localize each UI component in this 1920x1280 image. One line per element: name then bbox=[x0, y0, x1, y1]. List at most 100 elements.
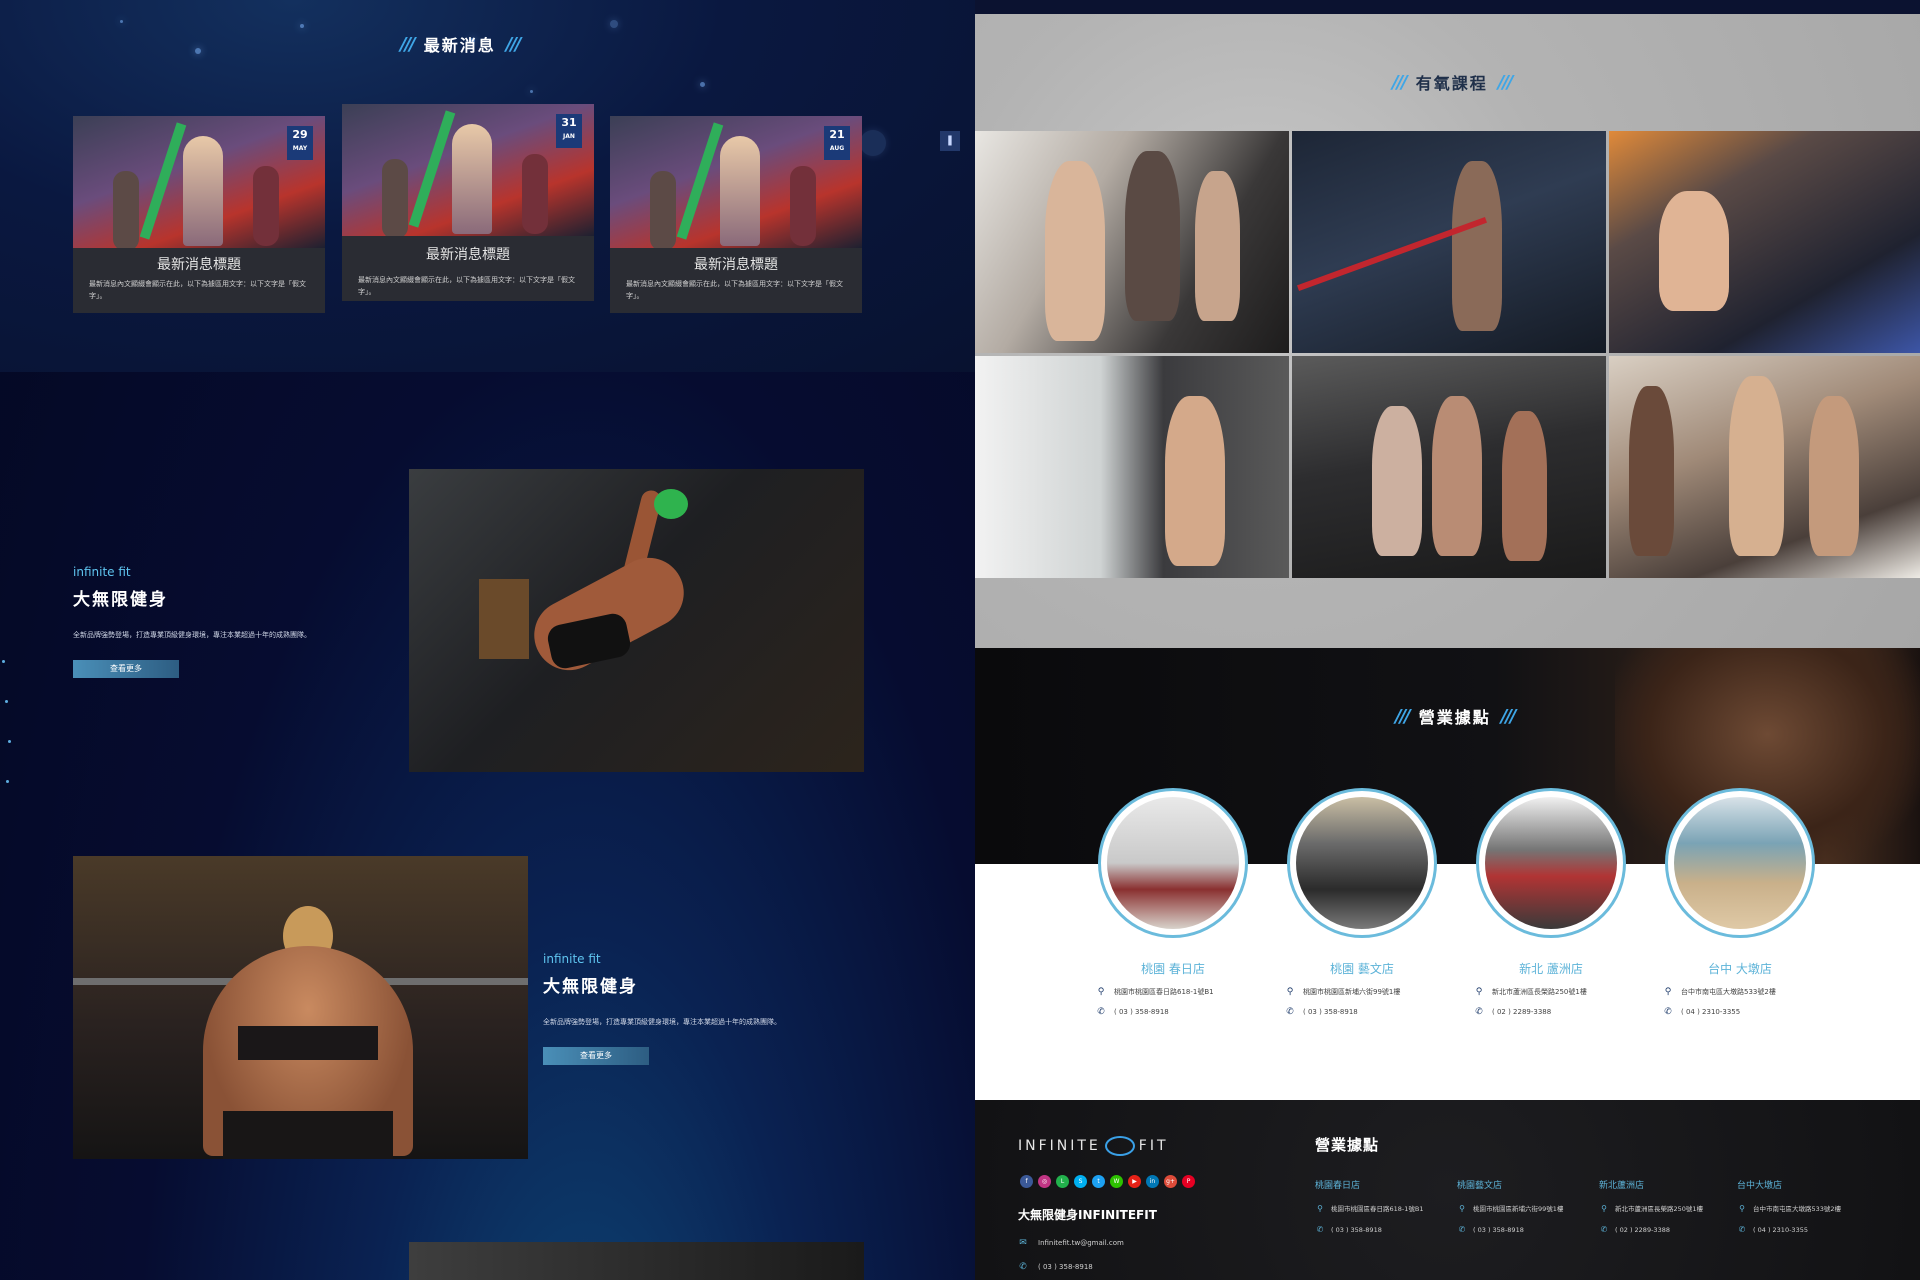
news-card-title: 最新消息標題 bbox=[157, 257, 241, 273]
location-pin-icon: ⚲ bbox=[1286, 987, 1294, 997]
store-phone: ( 03 ) 358-8918 bbox=[1303, 1008, 1358, 1016]
infinitefit-logo[interactable]: INFINITE FIT bbox=[1018, 1136, 1169, 1156]
store-name[interactable]: 桃園 春日店 bbox=[1088, 960, 1258, 977]
store-phone: ( 02 ) 2289-3388 bbox=[1492, 1008, 1552, 1016]
barbell-squat-photo bbox=[73, 856, 528, 1159]
view-more-button[interactable]: 查看更多 bbox=[543, 1047, 649, 1065]
class-tile-battle-rope[interactable] bbox=[1292, 131, 1606, 353]
title-slashes: /// bbox=[1497, 71, 1514, 93]
store-address: 台中市南屯區大墩路533號2樓 bbox=[1681, 988, 1776, 996]
bokeh-dot bbox=[300, 24, 304, 28]
footer-store-name[interactable]: 新北蘆洲店 bbox=[1599, 1178, 1749, 1191]
bokeh-dot bbox=[530, 90, 533, 93]
class-tile-yoga[interactable] bbox=[1609, 356, 1920, 578]
footer-store: 桃園藝文店 ⚲ 桃園市桃園區新埔六街99號1樓 ✆ ( 03 ) 358-8918 bbox=[1457, 1178, 1607, 1234]
gym-photo-partial bbox=[409, 1242, 864, 1280]
email-icon: ✉ bbox=[1019, 1238, 1027, 1248]
skype-icon[interactable]: S bbox=[1074, 1175, 1087, 1188]
google-plus-icon[interactable]: g+ bbox=[1164, 1175, 1177, 1188]
class-tile-squat[interactable] bbox=[1292, 356, 1606, 578]
news-card-image: 31 JAN bbox=[342, 104, 594, 236]
footer-brand-name: 大無限健身INFINITEFIT bbox=[1018, 1208, 1157, 1222]
class-tile-treadmill[interactable] bbox=[975, 356, 1289, 578]
footer-email-row: ✉ Infinitefit.tw@gmail.com bbox=[1018, 1238, 1124, 1248]
about-block: infinite fit 大無限健身 全新品牌強勢登場，打造專業頂級健身環境，專… bbox=[73, 565, 311, 678]
title-slashes: /// bbox=[1500, 705, 1517, 727]
left-page-preview: /// 最新消息 /// 29 MAY 最新消息標題 最新消息內文顯綴會顯示在此… bbox=[0, 0, 975, 1280]
footer-store-name[interactable]: 桃園春日店 bbox=[1315, 1178, 1465, 1191]
twitter-icon[interactable]: t bbox=[1092, 1175, 1105, 1188]
store-photo[interactable] bbox=[1665, 788, 1815, 938]
instagram-icon[interactable]: ◎ bbox=[1038, 1175, 1051, 1188]
store-photo[interactable] bbox=[1287, 788, 1437, 938]
view-more-button[interactable]: 查看更多 bbox=[73, 660, 179, 678]
footer-store-phone: ( 03 ) 358-8918 bbox=[1331, 1225, 1382, 1234]
date-badge: 29 MAY bbox=[287, 126, 313, 160]
location-pin-icon: ⚲ bbox=[1475, 987, 1483, 997]
stores-section-title: /// 營業據點 /// bbox=[1395, 704, 1517, 728]
about-text: 全新品牌強勢登場，打造專業頂級健身環境，專注本業超過十年的成熟團隊。 bbox=[543, 1018, 781, 1026]
footer-store-name[interactable]: 台中大墩店 bbox=[1737, 1178, 1887, 1191]
pinterest-icon[interactable]: P bbox=[1182, 1175, 1195, 1188]
location-pin-icon: ⚲ bbox=[1739, 1203, 1745, 1213]
store-phone: ( 03 ) 358-8918 bbox=[1114, 1008, 1169, 1016]
news-next-arrow[interactable]: ❚ bbox=[940, 131, 960, 151]
location-pin-icon: ⚲ bbox=[1459, 1203, 1465, 1213]
logo-text-right: FIT bbox=[1138, 1138, 1169, 1154]
store-info: 新北 蘆洲店 ⚲ 新北市蘆洲區長榮路250號1樓 ✆ ( 02 ) 2289-338… bbox=[1466, 960, 1636, 1017]
top-strip bbox=[975, 0, 1920, 14]
date-month: JAN bbox=[563, 133, 575, 140]
news-section-title: /// 最新消息 /// bbox=[400, 32, 521, 56]
footer-phone[interactable]: ( 03 ) 358-8918 bbox=[1038, 1263, 1093, 1271]
news-card[interactable]: 29 MAY 最新消息標題 最新消息內文顯綴會顯示在此，以下為據區用文字：以下文… bbox=[73, 116, 325, 313]
date-badge: 31 JAN bbox=[556, 114, 582, 148]
aerobic-section-title: /// 有氧課程 /// bbox=[1392, 70, 1514, 94]
date-badge: 21 AUG bbox=[824, 126, 850, 160]
date-day: 31 bbox=[561, 116, 577, 129]
news-card[interactable]: 31 JAN 最新消息標題 最新消息內文顯綴會顯示在此，以下為據區用文字：以下文… bbox=[342, 104, 594, 301]
footer-email[interactable]: Infinitefit.tw@gmail.com bbox=[1038, 1239, 1124, 1247]
class-tile-situp[interactable] bbox=[1609, 131, 1920, 353]
aerobic-heading: 有氧課程 bbox=[1415, 74, 1488, 93]
bokeh-dot bbox=[860, 130, 886, 156]
about-block: infinite fit 大無限健身 全新品牌強勢登場，打造專業頂級健身環境，專… bbox=[543, 952, 781, 1065]
footer: INFINITE FIT f ◎ L St W ▶ in g+ P 大無限健身INFINITEF… bbox=[975, 1100, 1920, 1280]
news-card-text: 最新消息內文顯綴會顯示在此，以下為據區用文字：以下文字是「假文字」。 bbox=[358, 276, 575, 296]
news-card-text: 最新消息內文顯綴會顯示在此，以下為據區用文字：以下文字是「假文字」。 bbox=[626, 280, 843, 300]
page: /// 最新消息 /// 29 MAY 最新消息標題 最新消息內文顯綴會顯示在此… bbox=[0, 0, 1920, 1280]
wechat-icon[interactable]: W bbox=[1110, 1175, 1123, 1188]
footer-store: 桃園春日店 ⚲ 桃園市桃園區春日路618-1號B1 ✆ ( 03 ) 358-891… bbox=[1315, 1178, 1465, 1234]
line-icon[interactable]: L bbox=[1056, 1175, 1069, 1188]
store-address: 桃園市桃園區春日路618-1號B1 bbox=[1114, 988, 1214, 996]
news-section: /// 最新消息 /// 29 MAY 最新消息標題 最新消息內文顯綴會顯示在此… bbox=[0, 0, 975, 372]
youtube-icon[interactable]: ▶ bbox=[1128, 1175, 1141, 1188]
store-info: 桃園 春日店 ⚲ 桃園市桃園區春日路618-1號B1 ✆ ( 03 ) 358-89… bbox=[1088, 960, 1258, 1017]
store-photo[interactable] bbox=[1098, 788, 1248, 938]
date-day: 21 bbox=[829, 128, 845, 141]
title-slashes: /// bbox=[400, 33, 416, 55]
footer-stores-title: 營業據點 bbox=[1315, 1136, 1380, 1154]
bokeh-dot bbox=[610, 20, 618, 28]
linkedin-icon[interactable]: in bbox=[1146, 1175, 1159, 1188]
footer-store: 台中大墩店 ⚲ 台中市南屯區大墩路533號2樓 ✆ ( 04 ) 2310-3355 bbox=[1737, 1178, 1887, 1234]
store-name[interactable]: 新北 蘆洲店 bbox=[1466, 960, 1636, 977]
date-month: MAY bbox=[292, 145, 308, 152]
bokeh-dot bbox=[700, 82, 705, 87]
store-name[interactable]: 台中 大墩店 bbox=[1655, 960, 1825, 977]
store-name[interactable]: 桃園 藝文店 bbox=[1277, 960, 1447, 977]
phone-icon: ✆ bbox=[1458, 1225, 1466, 1234]
title-slashes: /// bbox=[1392, 71, 1408, 93]
decor-dot bbox=[5, 700, 8, 703]
bokeh-dot bbox=[120, 20, 123, 23]
infinity-logo-icon bbox=[1104, 1136, 1135, 1156]
decor-dot bbox=[8, 740, 11, 743]
news-card[interactable]: 21 AUG 最新消息標題 最新消息內文顯綴會顯示在此，以下為據區用文字：以下文… bbox=[610, 116, 862, 313]
class-tile-cycling[interactable] bbox=[975, 131, 1289, 353]
facebook-icon[interactable]: f bbox=[1020, 1175, 1033, 1188]
footer-store-name[interactable]: 桃園藝文店 bbox=[1457, 1178, 1607, 1191]
date-month: AUG bbox=[829, 145, 845, 152]
about-heading: 大無限健身 bbox=[73, 590, 168, 610]
store-photo[interactable] bbox=[1476, 788, 1626, 938]
news-card-text: 最新消息內文顯綴會顯示在此，以下為據區用文字：以下文字是「假文字」。 bbox=[89, 280, 306, 300]
title-slashes: /// bbox=[1395, 705, 1411, 727]
